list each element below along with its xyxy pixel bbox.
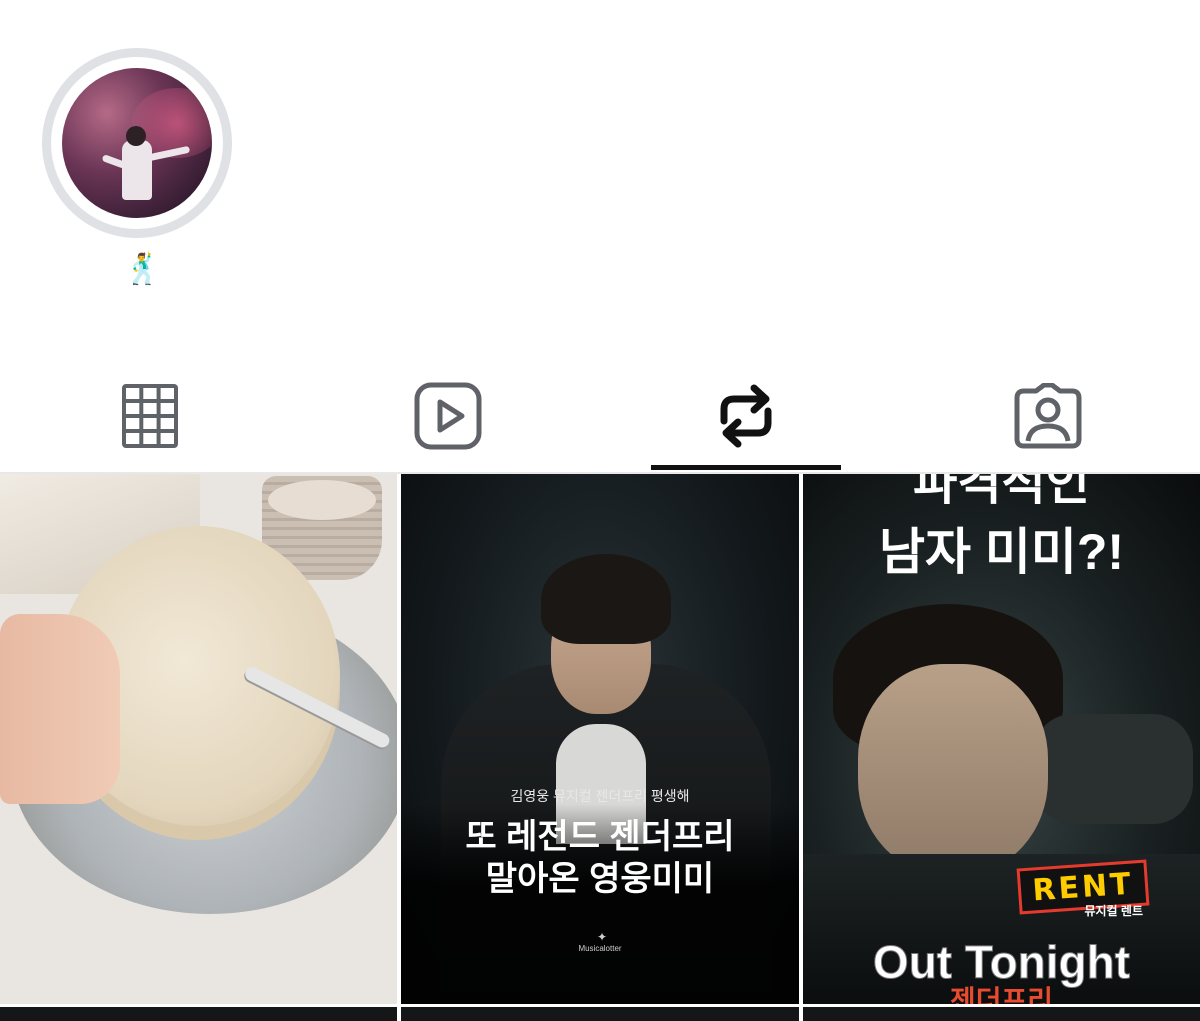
active-tab-indicator [651, 465, 841, 470]
story-ring[interactable] [42, 48, 232, 238]
profile-tabs [0, 360, 1200, 472]
tab-reposts[interactable] [651, 360, 841, 472]
repost-icon [720, 384, 772, 448]
grid-post-2[interactable]: 김영웅 뮤지컬 젠더프리 평생해 또 레전드 젠더프리 말아온 영웅미미 ✦ M… [401, 474, 799, 1004]
tab-reels[interactable] [353, 360, 543, 472]
avatar-figure-head [126, 126, 146, 146]
post-bottom-text: 젠더프리 [949, 985, 1054, 1005]
person-arm [1033, 714, 1193, 824]
grid-post-6[interactable] [803, 1007, 1200, 1021]
sparkle-icon: ✦ [597, 930, 608, 944]
post-subtitle: 김영웅 뮤지컬 젠더프리 평생해 [510, 788, 690, 804]
post-caption: Out Tonight [872, 936, 1131, 989]
tab-posts-grid[interactable] [55, 360, 245, 472]
profile-page: 🕺 김영웅 뮤지컬 젠더프리 평생해 또 레전드 젠더프리 말아온 영웅미미 ✦… [0, 0, 1200, 1021]
bowl-rim [268, 480, 376, 520]
play-square-icon [414, 382, 482, 450]
avatar-frame [51, 57, 223, 229]
post-watermark: Musicalotter [578, 944, 622, 953]
person-hair [541, 554, 671, 644]
grid-post-4[interactable] [0, 1007, 397, 1021]
post-title: 또 레전드 젠더프리 말아온 영웅미미 [401, 816, 799, 900]
grid-post-5[interactable] [401, 1007, 799, 1021]
post-title-line-1: 파격적인 [913, 474, 1090, 510]
avatar-figure-body [122, 140, 152, 200]
person-face [858, 664, 1048, 874]
bio-emoji: 🕺 [124, 252, 162, 287]
grid-post-3[interactable]: 파격적인 남자 미미?! RENT 뮤지컬 렌트 Out Tonight 젠더프… [803, 474, 1200, 1004]
grid-icon [122, 384, 178, 448]
reposts-grid: 김영웅 뮤지컬 젠더프리 평생해 또 레전드 젠더프리 말아온 영웅미미 ✦ M… [0, 474, 1200, 1021]
tagged-person-icon [1014, 383, 1082, 449]
post-title-line-2: 말아온 영웅미미 [485, 860, 715, 898]
tab-tagged[interactable] [953, 360, 1143, 472]
hand [0, 614, 120, 804]
grid-post-1[interactable] [0, 474, 397, 1004]
post-title-line-1: 또 레전드 젠더프리 [465, 818, 735, 856]
rent-logo-subtitle: 뮤지컬 렌트 [1084, 904, 1143, 918]
post-title-line-2: 남자 미미?! [878, 524, 1125, 580]
avatar[interactable] [62, 68, 212, 218]
